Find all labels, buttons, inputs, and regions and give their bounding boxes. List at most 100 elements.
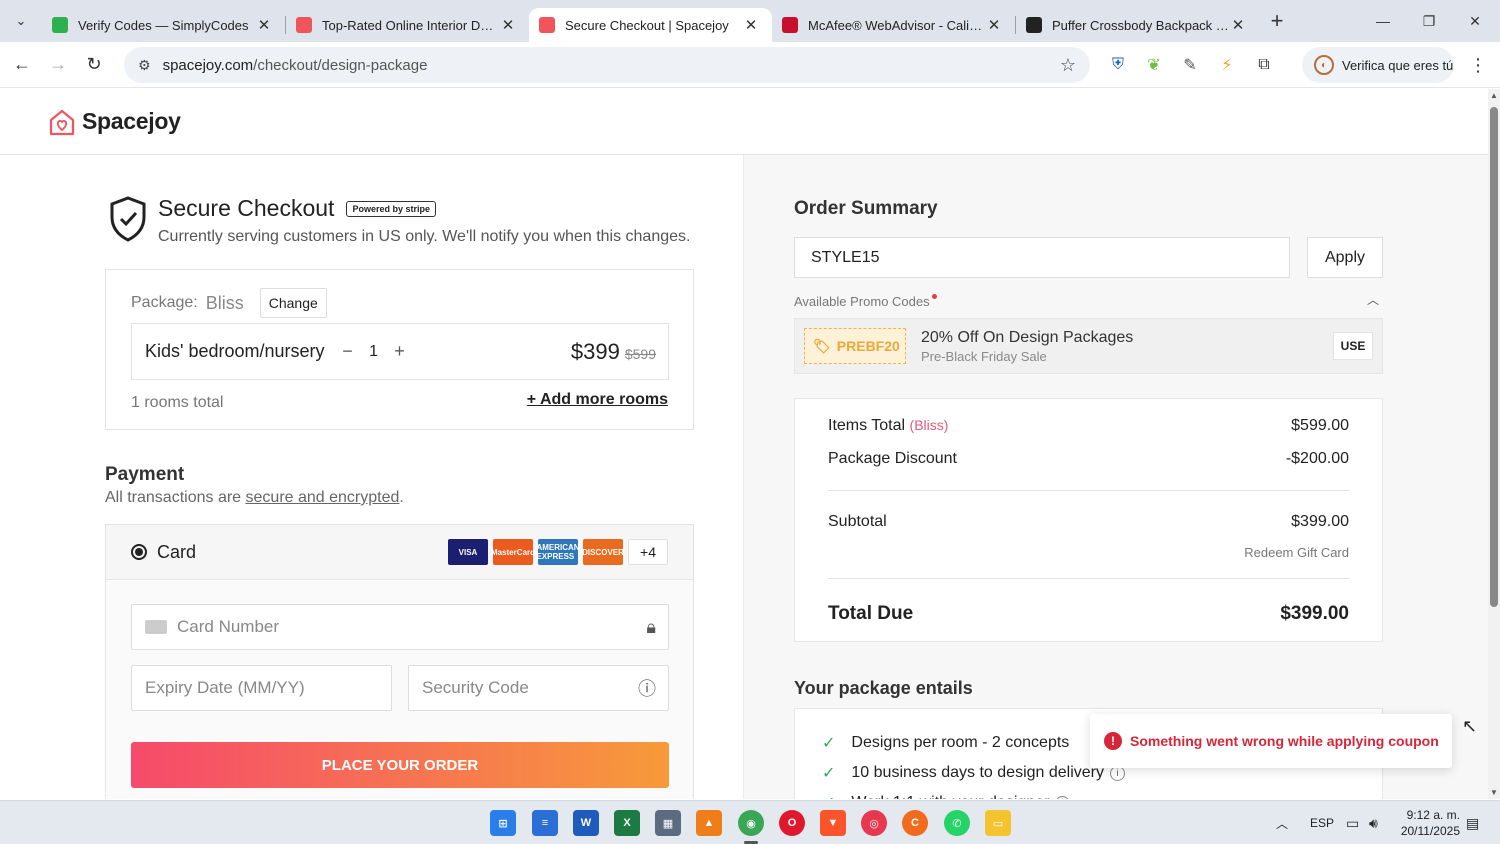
discount-label: Package Discount: [828, 450, 957, 467]
expiry-date-field[interactable]: Expiry Date (MM/YY): [131, 665, 392, 711]
add-more-rooms-link[interactable]: + Add more rooms: [527, 391, 668, 409]
word-icon[interactable]: W: [573, 810, 599, 836]
close-tab-icon[interactable]: ✕: [499, 16, 517, 34]
reload-button[interactable]: ↻: [76, 47, 112, 83]
lock-icon: 🔒︎: [646, 616, 656, 637]
secure-encrypted-link[interactable]: secure and encrypted: [246, 489, 400, 506]
error-toast: ! Something went wrong while applying co…: [1090, 714, 1452, 768]
network-icon[interactable]: ▭: [1346, 801, 1359, 844]
card-brand-logo: AMERICAN EXPRESS: [536, 539, 580, 565]
subtotal-value: $399.00: [1291, 513, 1349, 530]
browser-tab[interactable]: Secure Checkout | Spacejoy ✕: [529, 8, 772, 42]
tab-title: McAfee® WebAdvisor - Califica: [808, 17, 985, 33]
chevron-up-icon[interactable]: ︿: [1367, 291, 1379, 308]
new-tab-button[interactable]: +: [1259, 0, 1295, 42]
package-name: Bliss: [205, 292, 244, 313]
payment-sub-suffix: .: [399, 489, 404, 506]
scroll-down-arrow-icon[interactable]: ▼: [1488, 788, 1500, 797]
browser-tab[interactable]: Puffer Crossbody Backpack & D ✕: [1016, 8, 1259, 42]
close-tab-icon[interactable]: ✕: [1229, 16, 1247, 34]
brave-icon[interactable]: ▼: [820, 810, 846, 836]
scroll-up-arrow-icon[interactable]: ▲: [1488, 91, 1500, 100]
site-info-icon[interactable]: ⚙: [138, 57, 151, 74]
browser-tab[interactable]: Verify Codes — SimplyCodes ✕: [42, 8, 285, 42]
total-due-row: Total Due $399.00: [828, 603, 1349, 625]
order-summary-title: Order Summary: [794, 198, 938, 219]
card-radio[interactable]: [131, 544, 147, 560]
info-icon[interactable]: i: [1055, 795, 1071, 799]
entails-item: ✓ Work 1:1 with your designer i: [822, 793, 1071, 799]
payment-sub-prefix: All transactions are: [105, 489, 246, 506]
tag-icon: 🏷︎: [813, 337, 831, 354]
address-bar[interactable]: ⚙ spacejoy.com/checkout/design-package ☆: [124, 47, 1090, 83]
windows-start-icon[interactable]: ⊞: [490, 810, 516, 836]
close-tab-icon[interactable]: ✕: [255, 16, 273, 34]
browser-tab[interactable]: Top-Rated Online Interior Desig ✕: [286, 8, 529, 42]
card-brands: VISA MasterCard AMERICAN EXPRESS DISCOVER +4: [443, 539, 668, 565]
spacejoy-logo[interactable]: Spacejoy: [48, 108, 181, 136]
promo-subtitle: Pre-Black Friday Sale: [921, 349, 1047, 364]
profile-verify-button[interactable]: ◐ Verifica que eres tú: [1302, 47, 1454, 83]
shield-check-icon: [110, 196, 146, 242]
minimize-button[interactable]: —: [1360, 0, 1406, 42]
clock[interactable]: 9:12 a. m. 20/11/2025: [1398, 807, 1460, 839]
close-window-button[interactable]: ✕: [1452, 0, 1498, 42]
browser-tab[interactable]: McAfee® WebAdvisor - Califica ✕: [772, 8, 1015, 42]
change-package-button[interactable]: Change: [259, 288, 327, 318]
place-order-button[interactable]: PLACE YOUR ORDER: [131, 742, 669, 788]
honey-extension-icon[interactable]: ⚡: [1213, 51, 1241, 79]
opera-icon[interactable]: O: [779, 810, 805, 836]
ccleaner-icon[interactable]: C: [902, 810, 928, 836]
edit-extension-icon[interactable]: ✎: [1176, 51, 1204, 79]
entails-item: ✓ Designs per room - 2 concepts: [822, 733, 1069, 753]
security-code-field[interactable]: Security Code ⓘ: [408, 665, 669, 711]
excel-icon[interactable]: X: [614, 810, 640, 836]
extensions-puzzle-icon[interactable]: ⧉: [1250, 51, 1278, 79]
bitwarden-extension-icon[interactable]: ⛨: [1104, 51, 1132, 79]
tab-title: Top-Rated Online Interior Desig: [322, 17, 499, 33]
tab-title: Puffer Crossbody Backpack & D: [1052, 17, 1229, 33]
use-promo-button[interactable]: USE: [1333, 332, 1373, 360]
expiry-placeholder: Expiry Date (MM/YY): [145, 678, 305, 697]
chrome-icon[interactable]: ◉: [738, 810, 764, 836]
language-indicator[interactable]: ESP: [1310, 801, 1334, 844]
tab-search-button[interactable]: ⌄: [0, 0, 42, 42]
stripe-badge: Powered by stripe: [346, 200, 436, 217]
file-explorer-icon[interactable]: ▭: [985, 810, 1011, 836]
increase-quantity-button[interactable]: +: [387, 341, 413, 362]
back-button[interactable]: ←: [4, 47, 40, 83]
browser-toolbar: ← → ↻ ⚙ spacejoy.com/checkout/design-pac…: [0, 42, 1500, 88]
card-method-row[interactable]: Card VISA MasterCard AMERICAN EXPRESS DISCO…: [106, 525, 693, 580]
more-brands-badge[interactable]: +4: [628, 539, 668, 565]
apply-coupon-button[interactable]: Apply: [1307, 237, 1383, 278]
house-heart-icon: [49, 109, 75, 135]
notifications-icon[interactable]: ▤: [1466, 801, 1479, 844]
scrollbar-thumb[interactable]: [1490, 107, 1498, 607]
whatsapp-icon[interactable]: ✆: [944, 810, 970, 836]
close-tab-icon[interactable]: ✕: [985, 16, 1003, 34]
windows-taskbar: ⊞ ≡ W X ▦ ▲ ◉ O ▼ ◎ C ✆ ▭ ︿ ESP ▭ 🔊︎ 9:1…: [0, 800, 1500, 844]
url-host: spacejoy.com: [162, 56, 254, 74]
decrease-quantity-button[interactable]: −: [335, 341, 361, 362]
room-line-item: Kids' bedroom/nursery − 1 + $399 $599: [131, 323, 669, 380]
calculator-icon[interactable]: ▦: [655, 810, 681, 836]
browser-menu-icon[interactable]: ⋮: [1464, 51, 1492, 79]
available-promo-label[interactable]: Available Promo Codes: [794, 294, 937, 309]
items-total-label: Items Total: [828, 417, 906, 434]
opera-gx-icon[interactable]: ◎: [861, 810, 887, 836]
info-icon[interactable]: ⓘ: [638, 675, 656, 701]
maximize-button[interactable]: ❐: [1406, 0, 1452, 42]
coupon-input[interactable]: [794, 237, 1290, 278]
redeem-gift-card-link[interactable]: Redeem Gift Card: [1244, 545, 1349, 560]
forward-button[interactable]: →: [40, 47, 76, 83]
close-tab-icon[interactable]: ✕: [742, 16, 760, 34]
price-now: $399: [570, 338, 620, 364]
volume-icon[interactable]: 🔊︎: [1369, 801, 1378, 844]
page-scrollbar[interactable]: ▲ ▼: [1488, 89, 1500, 799]
vlc-icon[interactable]: ▲: [696, 810, 722, 836]
bookmark-star-icon[interactable]: ☆: [1060, 55, 1076, 76]
notepad-icon[interactable]: ≡: [532, 810, 558, 836]
card-number-field[interactable]: Card Number 🔒︎: [131, 604, 669, 650]
tray-chevron-icon[interactable]: ︿: [1276, 801, 1288, 844]
leaf-extension-icon[interactable]: ❦: [1140, 51, 1168, 79]
